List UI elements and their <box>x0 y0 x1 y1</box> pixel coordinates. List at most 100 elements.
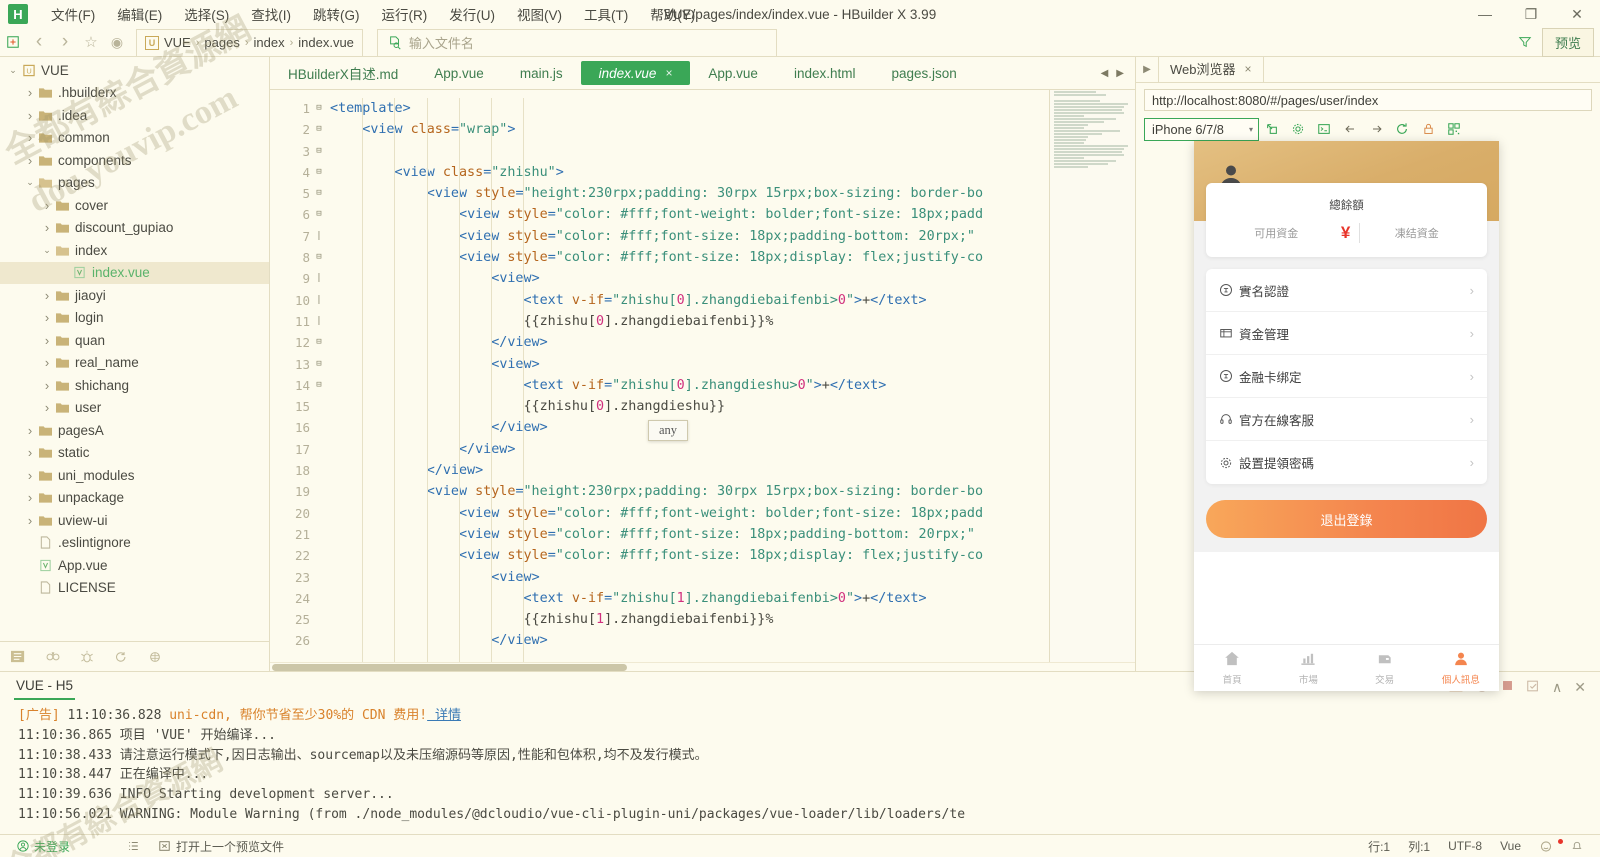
menu-item-8[interactable]: 工具(T) <box>573 0 639 28</box>
app-menu-item-1[interactable]: 資金管理 › <box>1206 312 1487 355</box>
tree-item-VUE[interactable]: ⌄ U VUE <box>0 59 269 82</box>
app-tab-1[interactable]: 市場 <box>1270 645 1346 691</box>
chevron-right-icon[interactable]: › <box>40 220 54 235</box>
refresh-icon[interactable] <box>113 650 129 664</box>
fold-toggle-icon[interactable]: ⊟ <box>312 332 326 353</box>
tree-item-.idea[interactable]: › .idea <box>0 104 269 127</box>
close-icon[interactable]: × <box>665 66 672 80</box>
horizontal-scrollbar[interactable] <box>270 662 1135 671</box>
menu-item-1[interactable]: 编辑(E) <box>106 0 173 28</box>
menu-item-7[interactable]: 视图(V) <box>506 0 573 28</box>
close-icon[interactable]: ✕ <box>1574 679 1586 696</box>
fold-toggle-icon[interactable]: ⊟ <box>312 247 326 268</box>
back-icon[interactable] <box>1337 117 1363 141</box>
fold-toggle-icon[interactable]: ⊟ <box>312 98 326 119</box>
lock-icon[interactable] <box>1415 117 1441 141</box>
tab-web-browser[interactable]: Web浏览器 × <box>1158 55 1264 82</box>
tree-item-common[interactable]: › common <box>0 127 269 150</box>
tree-item-cover[interactable]: › cover <box>0 194 269 217</box>
code-minimap[interactable] <box>1049 90 1135 662</box>
fold-toggle-icon[interactable]: ⊟ <box>312 141 326 162</box>
chevron-right-icon[interactable]: › <box>40 378 54 393</box>
filter-icon[interactable] <box>1512 30 1538 54</box>
tree-item-jiaoyi[interactable]: › jiaoyi <box>0 284 269 307</box>
tree-item-unpackage[interactable]: › unpackage <box>0 487 269 510</box>
tree-item-.eslintignore[interactable]: .eslintignore <box>0 532 269 555</box>
tab-next-icon[interactable]: ▶ <box>1113 68 1127 79</box>
editor-tab-HBuilderX.md[interactable]: HBuilderX自述.md <box>270 57 416 89</box>
tree-item-index.vue[interactable]: index.vue <box>0 261 269 284</box>
menu-item-6[interactable]: 发行(U) <box>438 0 506 28</box>
file-search-input[interactable]: 输入文件名 <box>376 28 777 56</box>
tree-item-uview-ui[interactable]: › uview-ui <box>0 509 269 532</box>
chevron-right-icon[interactable]: › <box>23 423 37 438</box>
minimize-button[interactable]: — <box>1462 0 1508 28</box>
tree-item-uni_modules[interactable]: › uni_modules <box>0 464 269 487</box>
console-output[interactable]: [广告] 11:10:36.828 uni-cdn, 帮你节省至少30%的 CD… <box>0 702 1600 834</box>
chevron-right-icon[interactable]: › <box>23 468 37 483</box>
fold-gutter[interactable]: ⊟ ⊟ ⊟ ⊟ ⊟ ⊟ | ⊟ | | | ⊟ ⊟ ⊟ <box>312 90 326 662</box>
chevron-right-icon[interactable]: › <box>40 355 54 370</box>
clear-icon[interactable] <box>1526 679 1540 696</box>
preview-button[interactable]: 预览 <box>1541 27 1594 57</box>
app-menu-item-4[interactable]: 設置提領密碼 › <box>1206 441 1487 484</box>
editor-tab-pages.json[interactable]: pages.json <box>873 57 974 89</box>
new-file-icon[interactable] <box>0 30 26 54</box>
tree-item-pagesA[interactable]: › pagesA <box>0 419 269 442</box>
chevron-right-icon[interactable]: › <box>40 310 54 325</box>
chevron-right-icon[interactable]: › <box>23 130 37 145</box>
breadcrumb-item-0[interactable]: VUE <box>164 35 191 50</box>
chevron-down-icon[interactable]: ⌄ <box>23 177 37 188</box>
app-menu-item-2[interactable]: 金融卡绑定 › <box>1206 355 1487 398</box>
tab-prev-icon[interactable]: ◀ <box>1098 68 1112 79</box>
tree-item-static[interactable]: › static <box>0 442 269 465</box>
breadcrumb-item-1[interactable]: pages <box>204 35 239 50</box>
panel-collapse-icon[interactable]: ▶ <box>1136 56 1158 82</box>
account-status[interactable]: 未登录 <box>8 838 79 855</box>
fold-toggle-icon[interactable]: ⊟ <box>312 183 326 204</box>
tree-item-.hbuilderx[interactable]: › .hbuilderx <box>0 82 269 105</box>
tree-item-index[interactable]: ⌄ index <box>0 239 269 262</box>
close-icon[interactable]: × <box>1245 62 1252 76</box>
chevron-right-icon[interactable]: › <box>40 288 54 303</box>
scrollbar-thumb[interactable] <box>272 664 627 671</box>
popout-icon[interactable] <box>1259 117 1285 141</box>
menu-item-5[interactable]: 运行(R) <box>371 0 439 28</box>
maximize-button[interactable]: ❐ <box>1508 0 1554 28</box>
chevron-right-icon[interactable]: › <box>23 513 37 528</box>
editor-tab-main.js[interactable]: main.js <box>502 57 581 89</box>
tree-item-LICENSE[interactable]: LICENSE <box>0 577 269 600</box>
chevron-right-icon[interactable]: › <box>40 400 54 415</box>
bug-icon[interactable] <box>79 650 95 664</box>
tree-item-real_name[interactable]: › real_name <box>0 352 269 375</box>
breadcrumb-item-2[interactable]: index <box>254 35 285 50</box>
chevron-right-icon[interactable]: › <box>23 85 37 100</box>
editor-tab-App.vue[interactable]: App.vue <box>416 57 502 89</box>
fold-toggle-icon[interactable]: ⊟ <box>312 119 326 140</box>
fold-toggle-icon[interactable]: ⊟ <box>312 375 326 396</box>
menu-item-4[interactable]: 跳转(G) <box>302 0 371 28</box>
star-icon[interactable]: ☆ <box>78 30 104 54</box>
chevron-down-icon[interactable]: ⌄ <box>6 65 20 76</box>
url-input[interactable]: http://localhost:8080/#/pages/user/index <box>1144 89 1592 111</box>
tree-item-pages[interactable]: ⌄ pages <box>0 172 269 195</box>
tree-item-quan[interactable]: › quan <box>0 329 269 352</box>
tree-item-discount_gupiao[interactable]: › discount_gupiao <box>0 217 269 240</box>
chevron-down-icon[interactable]: ⌄ <box>40 245 54 256</box>
tree-item-components[interactable]: › components <box>0 149 269 172</box>
chevron-right-icon[interactable]: › <box>40 198 54 213</box>
open-last-preview[interactable]: 打开上一个预览文件 <box>149 838 293 855</box>
tree-item-shichang[interactable]: › shichang <box>0 374 269 397</box>
chevron-right-icon[interactable]: › <box>23 445 37 460</box>
close-button[interactable]: ✕ <box>1554 0 1600 28</box>
list-toggle[interactable] <box>79 840 149 852</box>
menu-item-0[interactable]: 文件(F) <box>40 0 106 28</box>
code-content[interactable]: <template> <view class="wrap"> <view cla… <box>326 90 1049 662</box>
stop-icon[interactable] <box>1501 679 1514 695</box>
editor-tab-index.html[interactable]: index.html <box>776 57 874 89</box>
console-link[interactable]: 详情 <box>427 708 461 723</box>
fold-toggle-icon[interactable]: ⊟ <box>312 162 326 183</box>
language-mode[interactable]: Vue <box>1491 839 1530 853</box>
chevron-right-icon[interactable]: › <box>23 108 37 123</box>
tree-item-user[interactable]: › user <box>0 397 269 420</box>
